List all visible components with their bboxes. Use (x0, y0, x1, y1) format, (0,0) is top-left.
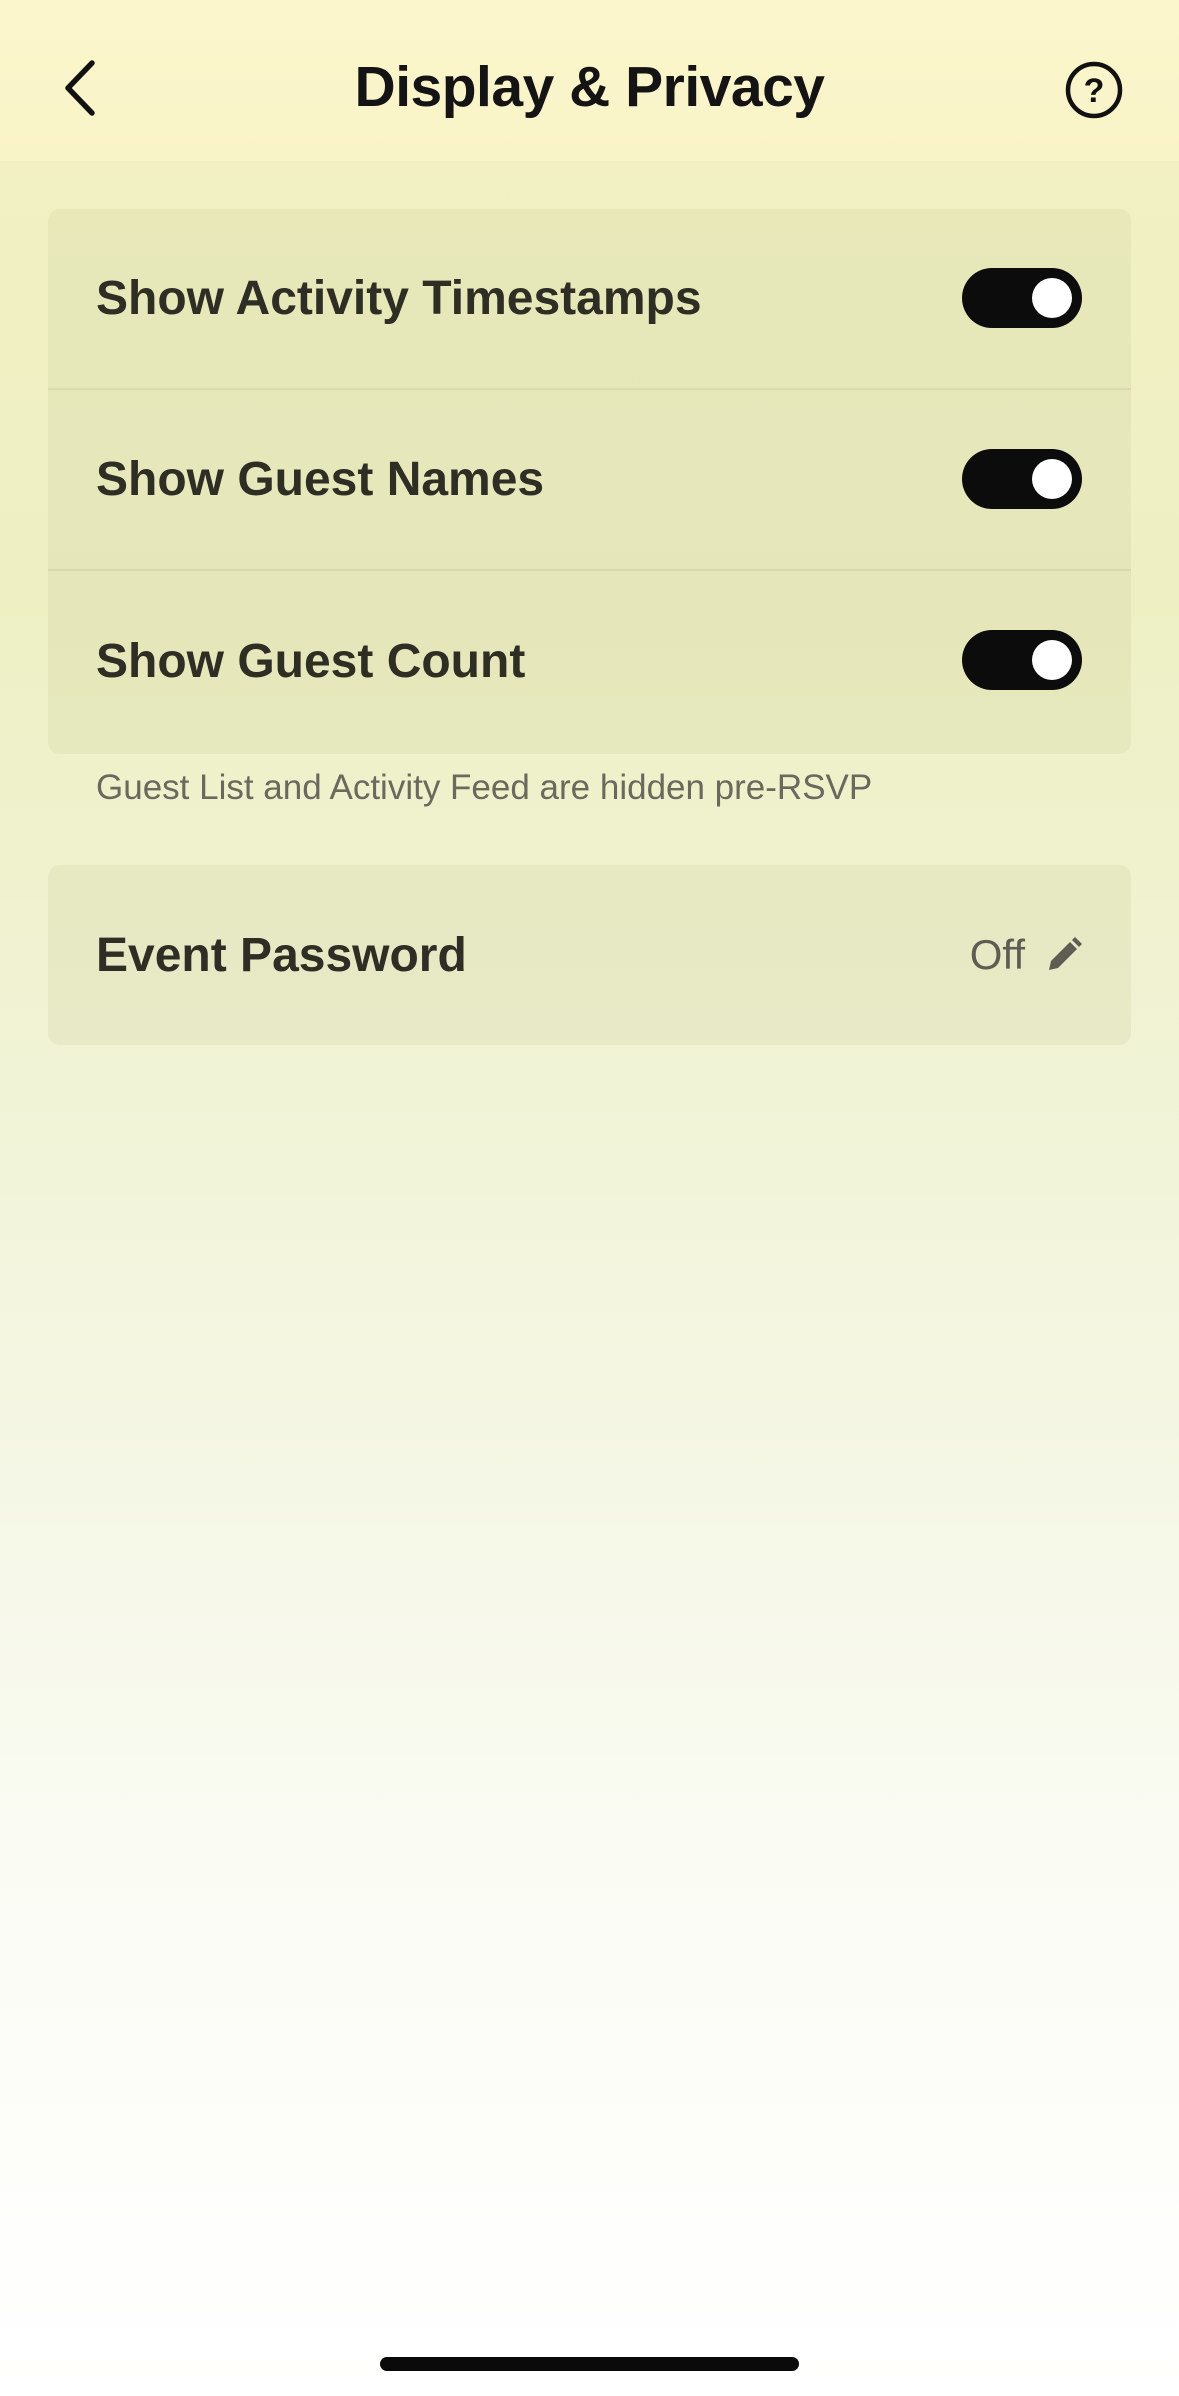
activity-timestamps-toggle[interactable] (962, 268, 1082, 328)
event-password-row[interactable]: Event Password Off (48, 865, 1131, 1045)
header-bar: Display & Privacy ? (0, 0, 1179, 161)
pencil-icon[interactable] (1045, 936, 1083, 974)
setting-label: Show Activity Timestamps (96, 272, 702, 325)
event-password-card[interactable]: Event Password Off (48, 865, 1131, 1045)
toggle-knob (1032, 640, 1072, 680)
guest-count-toggle[interactable] (962, 630, 1082, 690)
password-status: Off (969, 931, 1025, 978)
toggle-knob (1032, 459, 1072, 499)
page-title: Display & Privacy (354, 55, 825, 119)
event-password-value: Off (970, 865, 1083, 1045)
question-circle-icon: ? (1065, 61, 1123, 119)
setting-label: Show Guest Count (96, 635, 526, 688)
toggle-knob (1032, 278, 1072, 318)
setting-row-activity-timestamps: Show Activity Timestamps (48, 209, 1131, 390)
home-indicator (380, 2357, 799, 2371)
display-settings-card: Show Activity Timestamps Show Guest Name… (48, 209, 1131, 754)
setting-label: Show Guest Names (96, 453, 545, 506)
svg-text:?: ? (1084, 72, 1105, 110)
help-button[interactable]: ? (1062, 58, 1126, 122)
guest-names-toggle[interactable] (962, 449, 1082, 509)
setting-row-guest-names: Show Guest Names (48, 390, 1131, 571)
privacy-helper-text: Guest List and Activity Feed are hidden … (96, 768, 873, 807)
setting-row-guest-count: Show Guest Count (48, 571, 1131, 752)
event-password-label: Event Password (96, 928, 467, 982)
